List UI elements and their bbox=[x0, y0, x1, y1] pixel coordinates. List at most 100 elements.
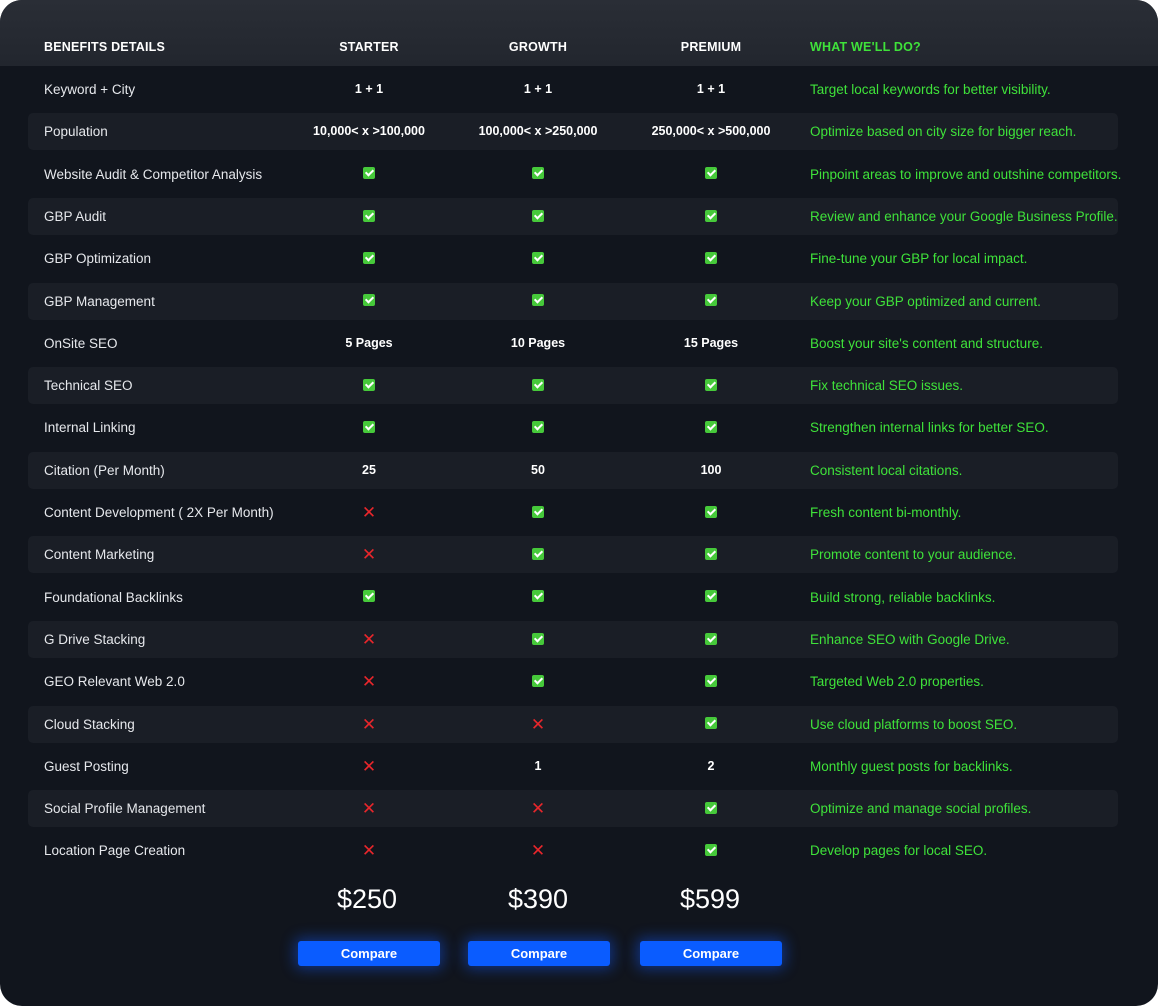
check-icon bbox=[532, 632, 544, 645]
check-icon bbox=[532, 505, 544, 518]
check-icon bbox=[705, 536, 717, 573]
check-icon bbox=[705, 801, 717, 814]
check-icon bbox=[532, 663, 544, 700]
row-description: Build strong, reliable backlinks. bbox=[810, 589, 996, 605]
row-description: Promote content to your audience. bbox=[810, 547, 1017, 563]
table-row: GBP Audit Review and enhance your Google … bbox=[28, 197, 1118, 235]
row-label: Content Marketing bbox=[44, 547, 155, 563]
plan-value-growth: 10 Pages bbox=[510, 335, 566, 350]
pricing-card: BENEFITS DETAILS STARTER GROWTH PREMIUM … bbox=[0, 0, 1158, 1006]
price-growth: $390 bbox=[507, 884, 569, 914]
table-row: Location Page Creation ✕ ✕ Develop pages fo… bbox=[28, 832, 1118, 869]
table-row: Content Marketing ✕ Promote content to you… bbox=[28, 536, 1118, 574]
check-icon bbox=[532, 156, 544, 193]
plan-value-starter: 1 + 1 bbox=[354, 82, 384, 96]
cross-icon: ✕ bbox=[531, 790, 545, 827]
cross-icon: ✕ bbox=[531, 832, 545, 869]
check-icon bbox=[705, 251, 717, 264]
plan-value-starter: 25 bbox=[362, 462, 376, 477]
check-icon bbox=[705, 832, 717, 869]
check-icon bbox=[705, 844, 717, 857]
check-icon bbox=[363, 209, 375, 222]
row-description: Monthly guest posts for backlinks. bbox=[810, 758, 1013, 774]
row-description: Optimize based on city size for bigger r… bbox=[810, 124, 1077, 140]
check-icon bbox=[532, 494, 544, 531]
check-icon bbox=[705, 706, 717, 743]
row-description: Review and enhance your Google Business … bbox=[810, 208, 1118, 224]
table-row: Technical SEO Fix technical SEO issues. bbox=[28, 367, 1118, 405]
row-label: Cloud Stacking bbox=[44, 716, 135, 732]
check-icon bbox=[705, 240, 717, 277]
table-row: Population 10,000< x >100,000 100,000< x >… bbox=[28, 113, 1118, 151]
row-label: Citation (Per Month) bbox=[44, 462, 165, 478]
check-icon bbox=[705, 378, 717, 391]
table-row: Foundational Backlinks Build strong, reli… bbox=[28, 579, 1118, 616]
table-row: GBP Optimization Fine-tune your GBP for l… bbox=[28, 240, 1118, 277]
cross-icon: ✕ bbox=[362, 832, 376, 869]
check-icon bbox=[532, 590, 544, 603]
table-row: Citation (Per Month) 25 50 100 Consistent lo… bbox=[28, 451, 1118, 489]
check-icon bbox=[705, 621, 717, 658]
check-icon bbox=[532, 421, 544, 434]
check-icon bbox=[532, 621, 544, 658]
check-icon bbox=[532, 240, 544, 277]
plan-value-growth: 1 bbox=[534, 758, 542, 773]
price-starter: $250 bbox=[336, 884, 398, 914]
check-icon bbox=[363, 579, 375, 616]
plan-value-premium: 1 + 1 bbox=[696, 82, 726, 96]
check-icon bbox=[532, 283, 544, 320]
cross-icon: ✕ bbox=[362, 536, 376, 573]
compare-button-growth[interactable]: Compare bbox=[468, 941, 610, 966]
check-icon bbox=[705, 790, 717, 827]
table-row: Website Audit & Competitor Analysis Pinpo… bbox=[28, 156, 1122, 193]
check-icon bbox=[705, 494, 717, 531]
row-description: Keep your GBP optimized and current. bbox=[810, 293, 1041, 309]
header-what-we-do: WHAT WE'LL DO? bbox=[810, 40, 921, 54]
table-row: OnSite SEO 5 Pages 10 Pages 15 Pages Boost y… bbox=[28, 325, 1118, 362]
check-icon bbox=[532, 209, 544, 222]
row-description: Pinpoint areas to improve and outshine c… bbox=[810, 166, 1122, 182]
row-label: Internal Linking bbox=[44, 420, 136, 436]
row-label: Content Development ( 2X Per Month) bbox=[44, 505, 274, 520]
check-icon bbox=[705, 548, 717, 560]
check-icon bbox=[363, 294, 375, 307]
plan-value-premium: 100 bbox=[700, 462, 722, 477]
row-label: GBP Management bbox=[44, 293, 155, 309]
table-row: G Drive Stacking ✕ Enhance SEO with Google… bbox=[28, 620, 1118, 658]
check-icon bbox=[363, 378, 375, 391]
check-icon bbox=[705, 294, 717, 307]
check-icon bbox=[705, 283, 717, 320]
check-icon bbox=[532, 167, 544, 180]
cross-icon: ✕ bbox=[361, 503, 377, 522]
row-description: Fresh content bi-monthly. bbox=[810, 505, 962, 520]
row-label: Social Profile Management bbox=[44, 801, 206, 817]
row-label: G Drive Stacking bbox=[44, 631, 146, 647]
plan-value-starter: 5 Pages bbox=[345, 335, 393, 350]
table-row: Cloud Stacking ✕ ✕ Use cloud platforms to b… bbox=[28, 705, 1118, 743]
compare-button-starter[interactable]: Compare bbox=[298, 941, 440, 966]
cross-icon: ✕ bbox=[361, 672, 377, 692]
cross-icon: ✕ bbox=[362, 790, 376, 827]
check-icon bbox=[532, 294, 544, 307]
compare-button-premium[interactable]: Compare bbox=[640, 941, 782, 966]
row-description: Fix technical SEO issues. bbox=[810, 378, 964, 394]
plan-value-premium: 2 bbox=[707, 758, 715, 773]
check-icon bbox=[363, 198, 375, 235]
check-icon bbox=[363, 240, 375, 277]
check-icon bbox=[532, 378, 544, 391]
table-row: Guest Posting ✕ 1 2 Monthly guest posts for … bbox=[28, 748, 1118, 785]
check-icon bbox=[705, 663, 717, 700]
plan-value-premium: 15 Pages bbox=[683, 335, 739, 350]
check-icon bbox=[532, 409, 544, 446]
row-label: Population bbox=[44, 124, 108, 140]
row-description: Enhance SEO with Google Drive. bbox=[810, 631, 1010, 647]
row-label: Technical SEO bbox=[44, 378, 133, 394]
check-icon bbox=[363, 590, 375, 603]
cross-icon: ✕ bbox=[362, 663, 376, 700]
check-icon bbox=[705, 367, 717, 404]
check-icon bbox=[532, 198, 544, 235]
check-icon bbox=[363, 167, 375, 180]
header-growth: GROWTH bbox=[508, 40, 568, 54]
row-label: Guest Posting bbox=[44, 758, 129, 774]
row-description: Target local keywords for better visibil… bbox=[810, 82, 1051, 97]
